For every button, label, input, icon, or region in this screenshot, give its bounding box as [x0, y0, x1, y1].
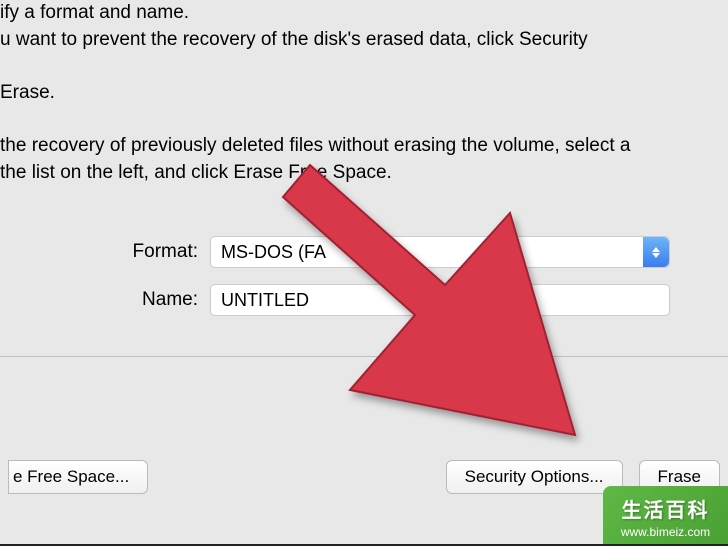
security-options-button[interactable]: Security Options...: [446, 460, 623, 494]
instruction-text: ify a format and name. u want to prevent…: [0, 0, 728, 186]
name-input[interactable]: [210, 284, 670, 316]
instruction-line-4: the recovery of previously deleted files…: [0, 133, 720, 160]
instruction-line-5: the list on the left, and click Erase Fr…: [0, 160, 720, 187]
format-select-value: MS-DOS (FA: [221, 242, 326, 263]
erase-free-space-button[interactable]: e Free Space...: [8, 460, 148, 494]
format-label: Format:: [20, 241, 210, 263]
instruction-line-2: u want to prevent the recovery of the di…: [0, 27, 720, 54]
watermark-title: 生活百科: [622, 494, 710, 523]
divider: [0, 356, 728, 357]
format-select[interactable]: MS-DOS (FA: [210, 236, 670, 268]
instruction-line-1: ify a format and name.: [0, 0, 720, 27]
instruction-line-3: Erase.: [0, 80, 720, 107]
form-section: Format: MS-DOS (FA Name:: [0, 236, 728, 316]
watermark-url: www.bimeiz.com: [621, 525, 710, 539]
name-label: Name:: [20, 289, 210, 311]
chevron-updown-icon: [643, 237, 669, 267]
watermark: 生活百科 www.bimeiz.com: [603, 486, 728, 546]
